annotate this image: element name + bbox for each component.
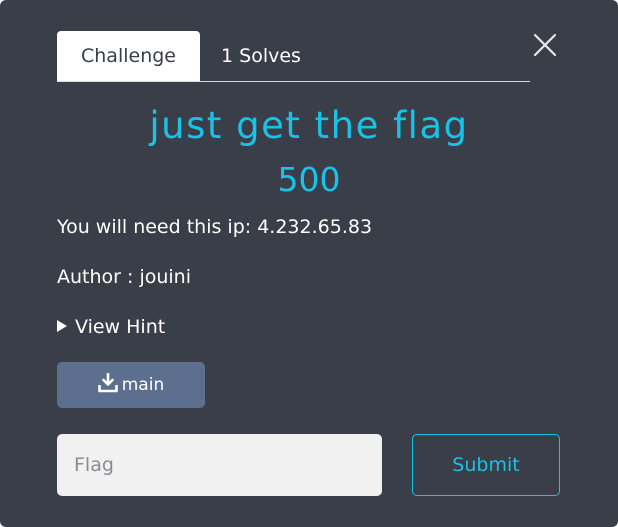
challenge-value: 500	[277, 160, 341, 199]
challenge-description-ip: You will need this ip: 4.232.65.83	[57, 216, 373, 238]
tab-solves[interactable]: 1 Solves	[221, 31, 301, 81]
tab-bar: Challenge 1 Solves	[57, 31, 530, 82]
challenge-modal: Challenge 1 Solves just get the flag 500…	[0, 0, 618, 527]
challenge-description-author: Author : jouini	[57, 266, 191, 288]
hint-label: View Hint	[75, 316, 166, 338]
close-icon[interactable]	[532, 32, 558, 58]
triangle-right-icon	[57, 320, 67, 332]
download-file-button[interactable]: main	[57, 362, 205, 408]
file-label: main	[121, 375, 165, 395]
challenge-name: just get the flag	[149, 104, 469, 147]
view-hint-toggle[interactable]: View Hint	[57, 314, 165, 340]
download-icon	[97, 372, 118, 393]
submit-button[interactable]: Submit	[412, 434, 560, 496]
flag-input[interactable]	[57, 434, 382, 496]
tab-challenge[interactable]: Challenge	[57, 31, 200, 81]
